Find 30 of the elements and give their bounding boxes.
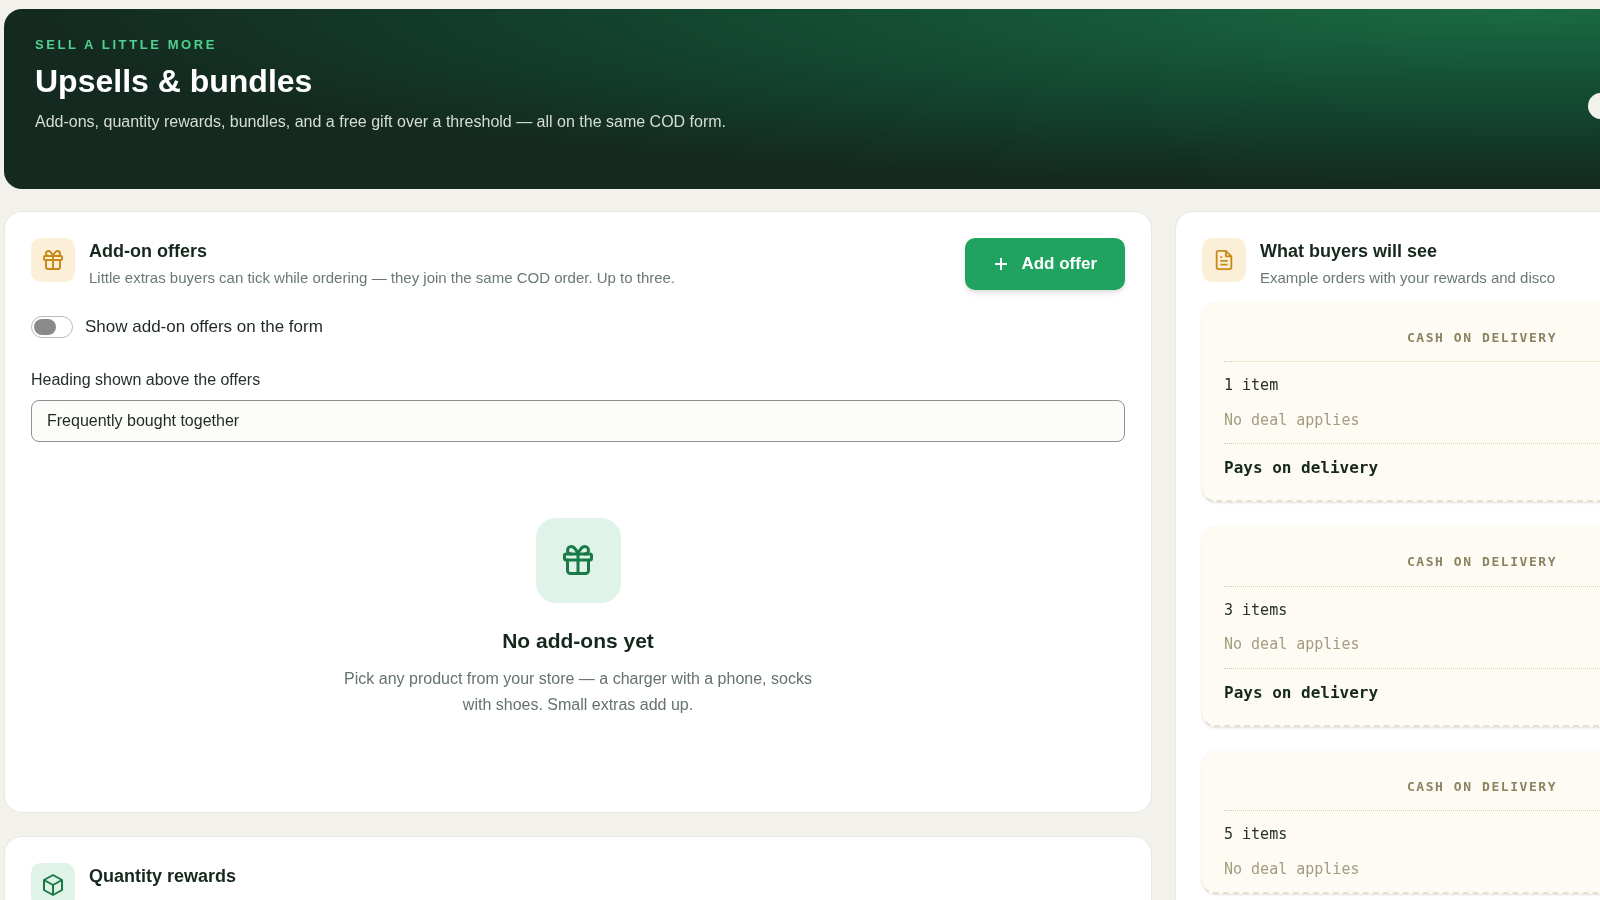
empty-state-text: Pick any product from your store — a charger with a phone, socks with shoes. Small extras add up.: [343, 669, 813, 715]
receipt-header: CASH ON DELIVERY: [1405, 553, 1559, 571]
card-title: Add-on offers: [89, 240, 208, 263]
empty-state-title: No add-ons yet: [502, 627, 654, 654]
hero-title: Upsells & bundles: [35, 61, 314, 101]
toggle-switch[interactable]: [31, 315, 73, 338]
receipt-items: 1 item: [1224, 375, 1280, 396]
receipt-items: 3 items: [1224, 599, 1289, 621]
receipt-deal: No deal applies: [1224, 858, 1361, 880]
toggle-label: Show add-on offers on the form: [85, 316, 323, 338]
card-title: Quantity rewards: [89, 865, 237, 888]
card-title: What buyers will see: [1260, 240, 1439, 263]
receipt-deal: No deal applies: [1224, 634, 1361, 655]
card-subtitle: Little extras buyers can tick while ordering — they join the same COD order. Up to three.: [89, 268, 677, 288]
card-subtitle: Example orders with your rewards and disco: [1260, 268, 1556, 288]
document-icon: [1213, 249, 1235, 271]
gift-icon: [41, 248, 65, 272]
receipt-header: CASH ON DELIVERY: [1405, 777, 1559, 796]
hero-description: Add-ons, quantity rewards, bundles, and a free gift over a threshold — all on the same COD form.: [35, 111, 727, 132]
plus-icon: [993, 256, 1010, 272]
gift-icon: [560, 542, 596, 578]
receipt-header: CASH ON DELIVERY: [1405, 328, 1559, 347]
field-label: Heading shown above the offers: [31, 369, 262, 390]
receipt-items: 5 items: [1224, 824, 1289, 845]
receipt-deal: No deal applies: [1224, 409, 1361, 431]
receipt-total: Pays on delivery: [1224, 457, 1380, 479]
cube-icon: [41, 873, 65, 897]
receipt-total: Pays on delivery: [1224, 681, 1380, 704]
hero-eyebrow: SELL A LITTLE MORE: [35, 36, 219, 54]
heading-input-field[interactable]: Frequently bought together: [31, 399, 1125, 442]
